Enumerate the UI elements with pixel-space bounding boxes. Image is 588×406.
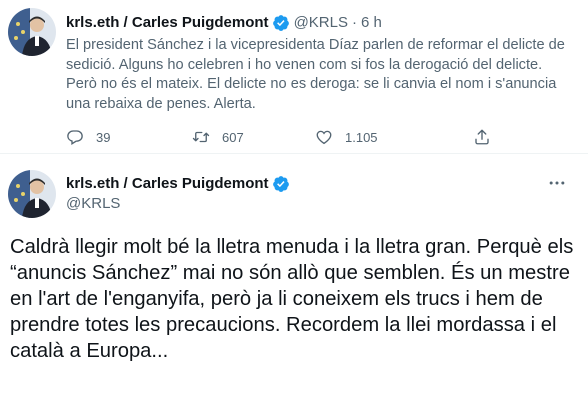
retweet-arrows-icon: [192, 131, 210, 143]
tweet-actions: 39 607 1.105: [66, 127, 496, 147]
author-name-row: krls.eth / Carles Puigdemont: [66, 174, 294, 194]
display-name[interactable]: krls.eth / Carles Puigdemont: [66, 13, 269, 33]
three-dots-icon: [549, 181, 565, 185]
like-count: 1.105: [345, 129, 378, 145]
verified-badge-icon: [272, 175, 290, 193]
retweet-count: 607: [222, 129, 244, 145]
separator-dot: ·: [351, 14, 357, 31]
tweet-text: Caldrà llegir molt bé la lletra menuda i…: [10, 236, 574, 362]
tweet-header: krls.eth / Carles Puigdemont @KRLS · 6 h: [66, 13, 382, 33]
reply-count: 39: [96, 129, 111, 145]
avatar-image: [8, 170, 56, 218]
more-options-button[interactable]: [546, 172, 568, 194]
handle[interactable]: @KRLS: [66, 194, 120, 214]
share-upload-icon: [475, 129, 489, 145]
timestamp[interactable]: 6 h: [361, 13, 382, 33]
avatar[interactable]: [8, 170, 56, 218]
share-button[interactable]: [473, 127, 491, 147]
heart-icon: [316, 130, 332, 145]
retweet-button[interactable]: 607: [192, 127, 244, 147]
speech-bubble-icon: [67, 130, 83, 145]
tweet-text: El president Sánchez i la vicepresidenta…: [66, 36, 576, 114]
verified-badge-icon: [272, 14, 290, 32]
like-button[interactable]: 1.105: [315, 127, 378, 147]
avatar[interactable]: [8, 8, 56, 56]
parent-tweet[interactable]: krls.eth / Carles Puigdemont @KRLS · 6 h…: [0, 0, 588, 154]
handle[interactable]: @KRLS: [294, 13, 348, 33]
display-name[interactable]: krls.eth / Carles Puigdemont: [66, 174, 269, 194]
tweet-text-content: El president Sánchez i la vicepresidenta…: [66, 37, 565, 112]
avatar-image: [8, 8, 56, 56]
reply-button[interactable]: 39: [66, 127, 110, 147]
